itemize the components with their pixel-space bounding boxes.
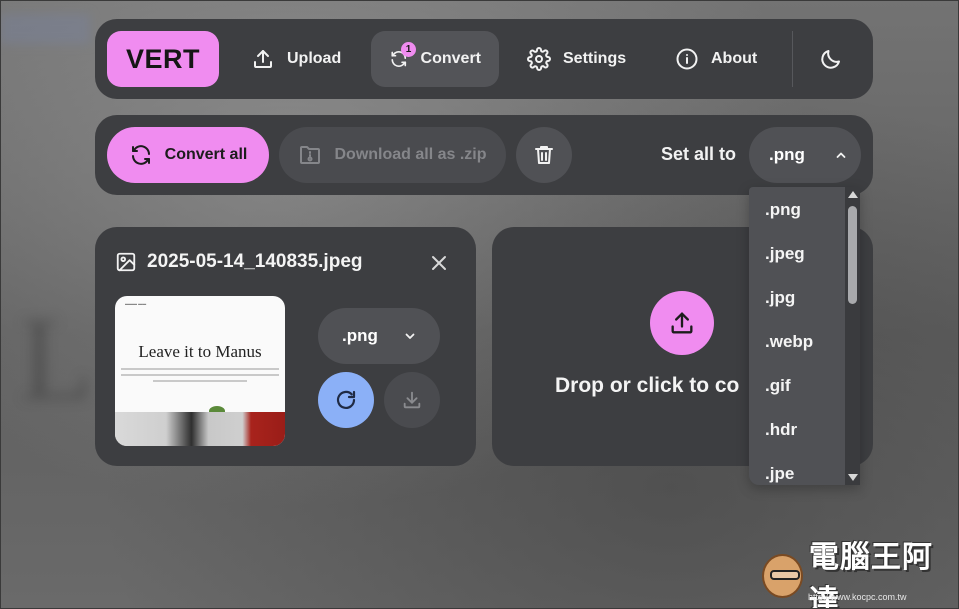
download-icon (403, 391, 421, 409)
download-file-button[interactable] (384, 372, 440, 428)
moon-icon (821, 50, 840, 69)
format-option[interactable]: .webp (749, 320, 845, 364)
thumbnail-text-lines (121, 368, 279, 386)
nav-upload[interactable]: Upload (233, 31, 359, 87)
convert-file-button[interactable] (318, 372, 374, 428)
site-watermark: 電腦王阿達 http://www.kocpc.com.tw (762, 540, 952, 609)
dropdown-scrollbar[interactable] (845, 187, 860, 485)
nav-about-label: About (711, 50, 758, 67)
mascot-logo (762, 554, 803, 598)
file-name: 2025-05-14_140835.jpeg (147, 251, 363, 272)
rotate-icon (336, 390, 356, 409)
watermark-url: http://www.kocpc.com.tw (808, 592, 907, 602)
trash-icon (535, 146, 553, 164)
refresh-icon (131, 145, 150, 165)
format-option[interactable]: .jpg (749, 276, 845, 320)
nav-convert[interactable]: 1 Convert (371, 31, 499, 87)
thumbnail-photo (115, 412, 285, 446)
thumbnail-header: ▬▬▬ ▬▬ (125, 301, 147, 306)
download-zip-label: Download all as .zip (334, 146, 487, 163)
delete-all-button[interactable] (516, 127, 572, 183)
chevron-down-icon (405, 333, 415, 339)
nav-about[interactable]: About (657, 31, 775, 87)
convert-all-button[interactable]: Convert all (107, 127, 269, 183)
top-navigation: VERT Upload 1 Convert Settings About (95, 19, 873, 99)
close-icon (432, 256, 446, 270)
remove-file-button[interactable] (429, 253, 449, 273)
app-logo[interactable]: VERT (107, 31, 219, 87)
scroll-thumb[interactable] (848, 206, 857, 304)
drop-zone-text: Drop or click to co (555, 374, 740, 397)
nav-upload-label: Upload (287, 50, 342, 67)
set-all-label: Set all to (661, 144, 737, 164)
scroll-down-arrow[interactable] (848, 474, 858, 481)
format-option[interactable]: .jpeg (749, 232, 845, 276)
format-option[interactable]: .hdr (749, 408, 845, 452)
folder-archive-icon (300, 146, 321, 164)
format-option[interactable]: .jpe (749, 452, 845, 485)
file-format-select[interactable]: .png (318, 308, 440, 364)
upload-icon (254, 50, 272, 68)
chevron-up-icon (836, 152, 846, 158)
gear-icon (527, 47, 551, 71)
thumbnail-title: Leave it to Manus (138, 342, 262, 361)
background-blur-shape (0, 14, 90, 44)
file-card: 2025-05-14_140835.jpeg ▬▬▬ ▬▬ Leave it t… (95, 227, 476, 466)
upload-circle[interactable] (650, 291, 714, 355)
format-dropdown-list[interactable]: .png .jpeg .jpg .webp .gif .hdr .jpe (749, 187, 860, 485)
download-zip-button[interactable]: Download all as .zip (279, 127, 506, 183)
scroll-up-arrow[interactable] (848, 191, 858, 198)
image-icon (116, 252, 136, 272)
set-all-value: .png (769, 145, 805, 164)
format-option[interactable]: .gif (749, 364, 845, 408)
convert-all-label: Convert all (164, 146, 248, 163)
convert-count-badge: 1 (401, 42, 416, 57)
format-option[interactable]: .png (749, 188, 845, 232)
theme-toggle-button[interactable] (811, 39, 851, 79)
set-all-format-select[interactable]: .png (749, 127, 861, 183)
mascot-glasses (770, 570, 800, 580)
file-format-value: .png (342, 326, 378, 345)
upload-icon (671, 312, 693, 334)
nav-divider (792, 31, 793, 87)
nav-settings[interactable]: Settings (509, 31, 644, 87)
nav-convert-label: Convert (420, 50, 481, 67)
format-options: .png .jpeg .jpg .webp .gif .hdr .jpe (749, 188, 845, 485)
file-name-row: 2025-05-14_140835.jpeg (115, 251, 363, 273)
info-icon (676, 48, 698, 70)
nav-settings-label: Settings (563, 50, 627, 67)
action-bar: Convert all Download all as .zip Set all… (95, 115, 873, 195)
file-thumbnail: ▬▬▬ ▬▬ Leave it to Manus (115, 296, 285, 446)
